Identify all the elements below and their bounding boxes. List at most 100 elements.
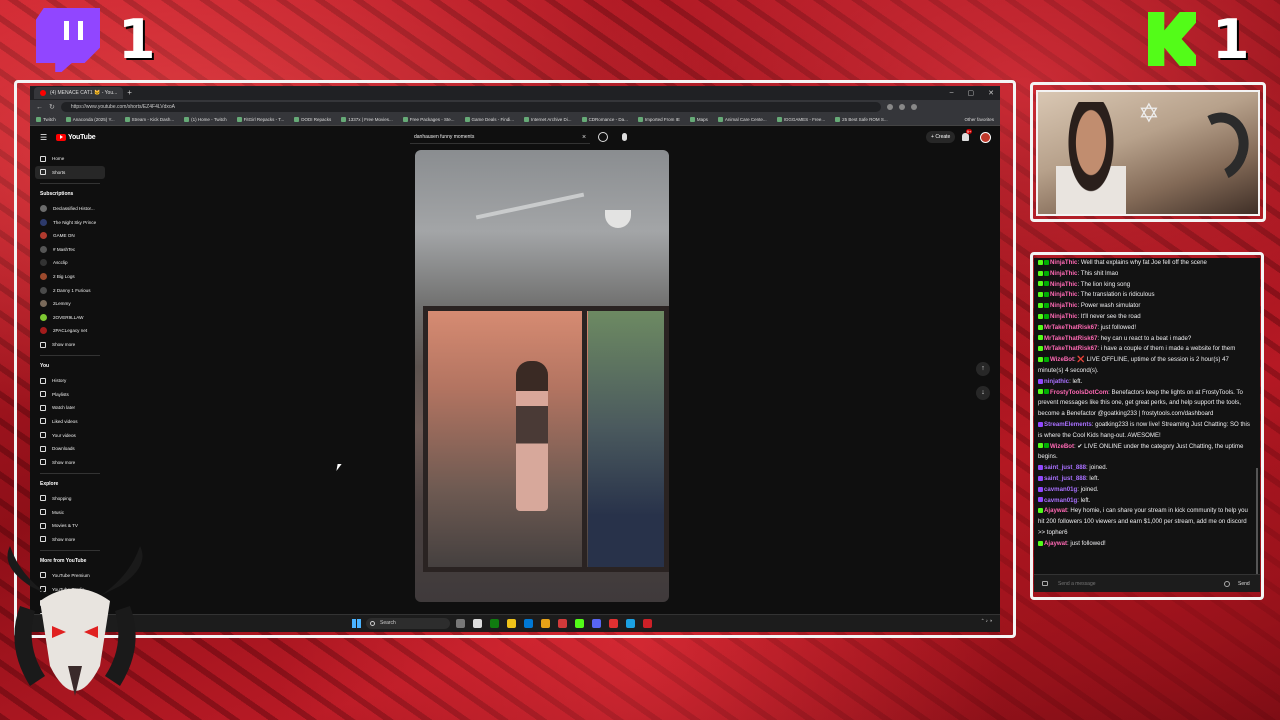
bookmark-item[interactable]: CDRomance - Da...	[581, 117, 628, 122]
sidebar-item-explore[interactable]: Music	[30, 505, 110, 519]
notifications-bell-icon[interactable]	[962, 133, 969, 141]
sidebar-item-history[interactable]: History	[30, 374, 110, 388]
create-button[interactable]: + Create	[926, 131, 956, 143]
chat-username[interactable]: NinjaThic	[1050, 302, 1077, 309]
sidebar-subscription[interactable]: 2Lemmy	[30, 297, 110, 311]
bookmark-item[interactable]: FitGirl Repacks - T...	[236, 117, 284, 122]
microphone-icon[interactable]	[622, 133, 627, 141]
sidebar-item-downloads[interactable]: Downloads	[30, 442, 110, 456]
youtube-logo[interactable]: YouTube	[56, 133, 96, 141]
chat-username[interactable]: NinjaThic	[1050, 270, 1077, 277]
obs-icon[interactable]	[609, 619, 618, 628]
chat-username[interactable]: WizeBot	[1050, 356, 1074, 363]
sidebar-subscription[interactable]: Declassified Histor...	[30, 202, 110, 216]
sidebar-item-explore[interactable]: Shopping	[30, 492, 110, 506]
bookmark-item[interactable]: Internet Archive Di...	[524, 117, 572, 122]
bookmark-item[interactable]: (1) Home - Twitch	[184, 117, 227, 122]
sidebar-item-watch-later[interactable]: Watch later	[30, 401, 110, 415]
sidebar-subscription[interactable]: 2 Danny 1 Furious	[30, 283, 110, 297]
previous-short-button[interactable]: ↑	[976, 362, 990, 376]
search-input[interactable]: danhausen funny moments	[410, 130, 590, 144]
hamburger-menu-icon[interactable]: ☰	[40, 133, 47, 142]
subscriptions-show-more[interactable]: Show more	[30, 338, 110, 352]
bookmark-item[interactable]: Imported From IE	[637, 117, 680, 122]
chat-username[interactable]: MrTakeThatRisk67	[1044, 345, 1097, 352]
sidebar-item-your-videos[interactable]: Your videos	[30, 428, 110, 442]
sidebar-subscription[interactable]: 2 Big Logs	[30, 270, 110, 284]
app-icon[interactable]	[643, 619, 652, 628]
tray-icons[interactable]: ⌃ ♪ ◑	[981, 618, 992, 624]
bookmark-item[interactable]: Game Deals - Findi...	[464, 117, 514, 122]
other-favorites[interactable]: Other favorites	[964, 117, 1000, 122]
next-short-button[interactable]: ↓	[976, 386, 990, 400]
close-window-icon[interactable]: ✕	[988, 89, 994, 97]
chat-username[interactable]: cavman01g	[1044, 497, 1077, 504]
sidebar-subscription[interactable]: GAME ON	[30, 229, 110, 243]
chat-username[interactable]: WizeBot	[1050, 443, 1074, 450]
sidebar-subscription[interactable]: The Night Sky Prince	[30, 215, 110, 229]
sidebar-item-shorts[interactable]: Shorts	[35, 165, 105, 180]
discord-icon[interactable]	[592, 619, 601, 628]
bookmark-item[interactable]: Anaconda (2025) Y...	[65, 117, 115, 122]
sidebar-item-explore[interactable]: Movies & TV	[30, 519, 110, 533]
app-icon[interactable]	[558, 619, 567, 628]
account-avatar[interactable]	[980, 131, 991, 143]
kick-app-icon[interactable]	[575, 619, 584, 628]
emote-icon[interactable]	[1224, 581, 1230, 587]
send-button[interactable]: Send	[1238, 579, 1250, 589]
sidebar-item-playlists[interactable]: Playlists	[30, 388, 110, 402]
edge-icon[interactable]	[524, 619, 533, 628]
extension-icon[interactable]	[886, 104, 893, 110]
chat-username[interactable]: Ajaywat	[1044, 540, 1067, 547]
widgets-icon[interactable]	[473, 619, 482, 628]
profile-icon[interactable]	[910, 104, 917, 110]
bookmark-item[interactable]: IGGGAMES - Free...	[776, 117, 825, 122]
back-icon[interactable]: ←	[36, 104, 43, 111]
explore-show-more[interactable]: Show more	[30, 532, 110, 546]
sidebar-subscription[interactable]: 2PACLegacy net	[30, 324, 110, 338]
sidebar-subscription[interactable]: 2OVER9LLAW	[30, 311, 110, 325]
bookmark-item[interactable]: Twitch	[36, 117, 56, 122]
chat-username[interactable]: ninjathic	[1044, 378, 1069, 385]
chat-username[interactable]: saint_just_888	[1044, 475, 1086, 482]
chat-username[interactable]: saint_just_888	[1044, 464, 1086, 471]
chat-username[interactable]: NinjaThic	[1050, 291, 1077, 298]
chat-username[interactable]: cavman01g	[1044, 486, 1077, 493]
chat-scrollbar[interactable]	[1256, 468, 1258, 578]
chat-message-input[interactable]: Send a message	[1046, 579, 1226, 589]
bookmark-item[interactable]: Animal Care Cente...	[717, 117, 767, 122]
chat-username[interactable]: MrTakeThatRisk67	[1044, 335, 1097, 342]
taskbar-search[interactable]: Search	[366, 618, 450, 629]
steam-icon[interactable]	[626, 619, 635, 628]
chat-username[interactable]: NinjaThic	[1050, 313, 1077, 320]
sidebar-subscription[interactable]: Ascclip	[30, 256, 110, 270]
bookmark-item[interactable]: Stream - Kick Dash...	[124, 117, 174, 122]
sidebar-item-home[interactable]: Home	[30, 152, 110, 166]
extension-icon[interactable]	[898, 104, 905, 110]
sidebar-subscription[interactable]: # MashTec	[30, 243, 110, 257]
xbox-icon[interactable]	[490, 619, 499, 628]
chat-username[interactable]: NinjaThic	[1050, 281, 1077, 288]
bookmark-item[interactable]: 25 Best Safe ROM S...	[835, 117, 888, 122]
file-explorer-icon[interactable]	[507, 619, 516, 628]
new-tab-icon[interactable]: +	[127, 87, 132, 99]
clear-search-icon[interactable]: ×	[582, 134, 586, 141]
chat-username[interactable]: Ajaywat	[1044, 507, 1067, 514]
chat-username[interactable]: StreamElements	[1044, 421, 1092, 428]
browser-tab[interactable]: (4) MENACE CAT1 🐱 - You...	[34, 87, 124, 99]
maximize-icon[interactable]: ▢	[968, 89, 975, 97]
explore-heading[interactable]: Explore	[30, 478, 110, 492]
you-show-more[interactable]: Show more	[30, 455, 110, 469]
subscriptions-heading[interactable]: Subscriptions	[30, 188, 110, 202]
url-field[interactable]: https://www.youtube.com/shorts/EZ4F4LVdx…	[60, 102, 881, 112]
you-heading[interactable]: You	[30, 360, 110, 374]
chat-username[interactable]: MrTakeThatRisk67	[1044, 324, 1097, 331]
bookmark-item[interactable]: Free Packages - Ste...	[402, 117, 455, 122]
bookmark-item[interactable]: Maps	[689, 117, 708, 122]
windows-start-icon[interactable]	[352, 619, 361, 628]
minimize-icon[interactable]: –	[950, 89, 954, 97]
chat-username[interactable]: NinjaThic	[1050, 259, 1077, 266]
shorts-video-player[interactable]	[415, 150, 669, 602]
bookmark-item[interactable]: DODI Repacks	[294, 117, 331, 122]
task-view-icon[interactable]	[456, 619, 465, 628]
